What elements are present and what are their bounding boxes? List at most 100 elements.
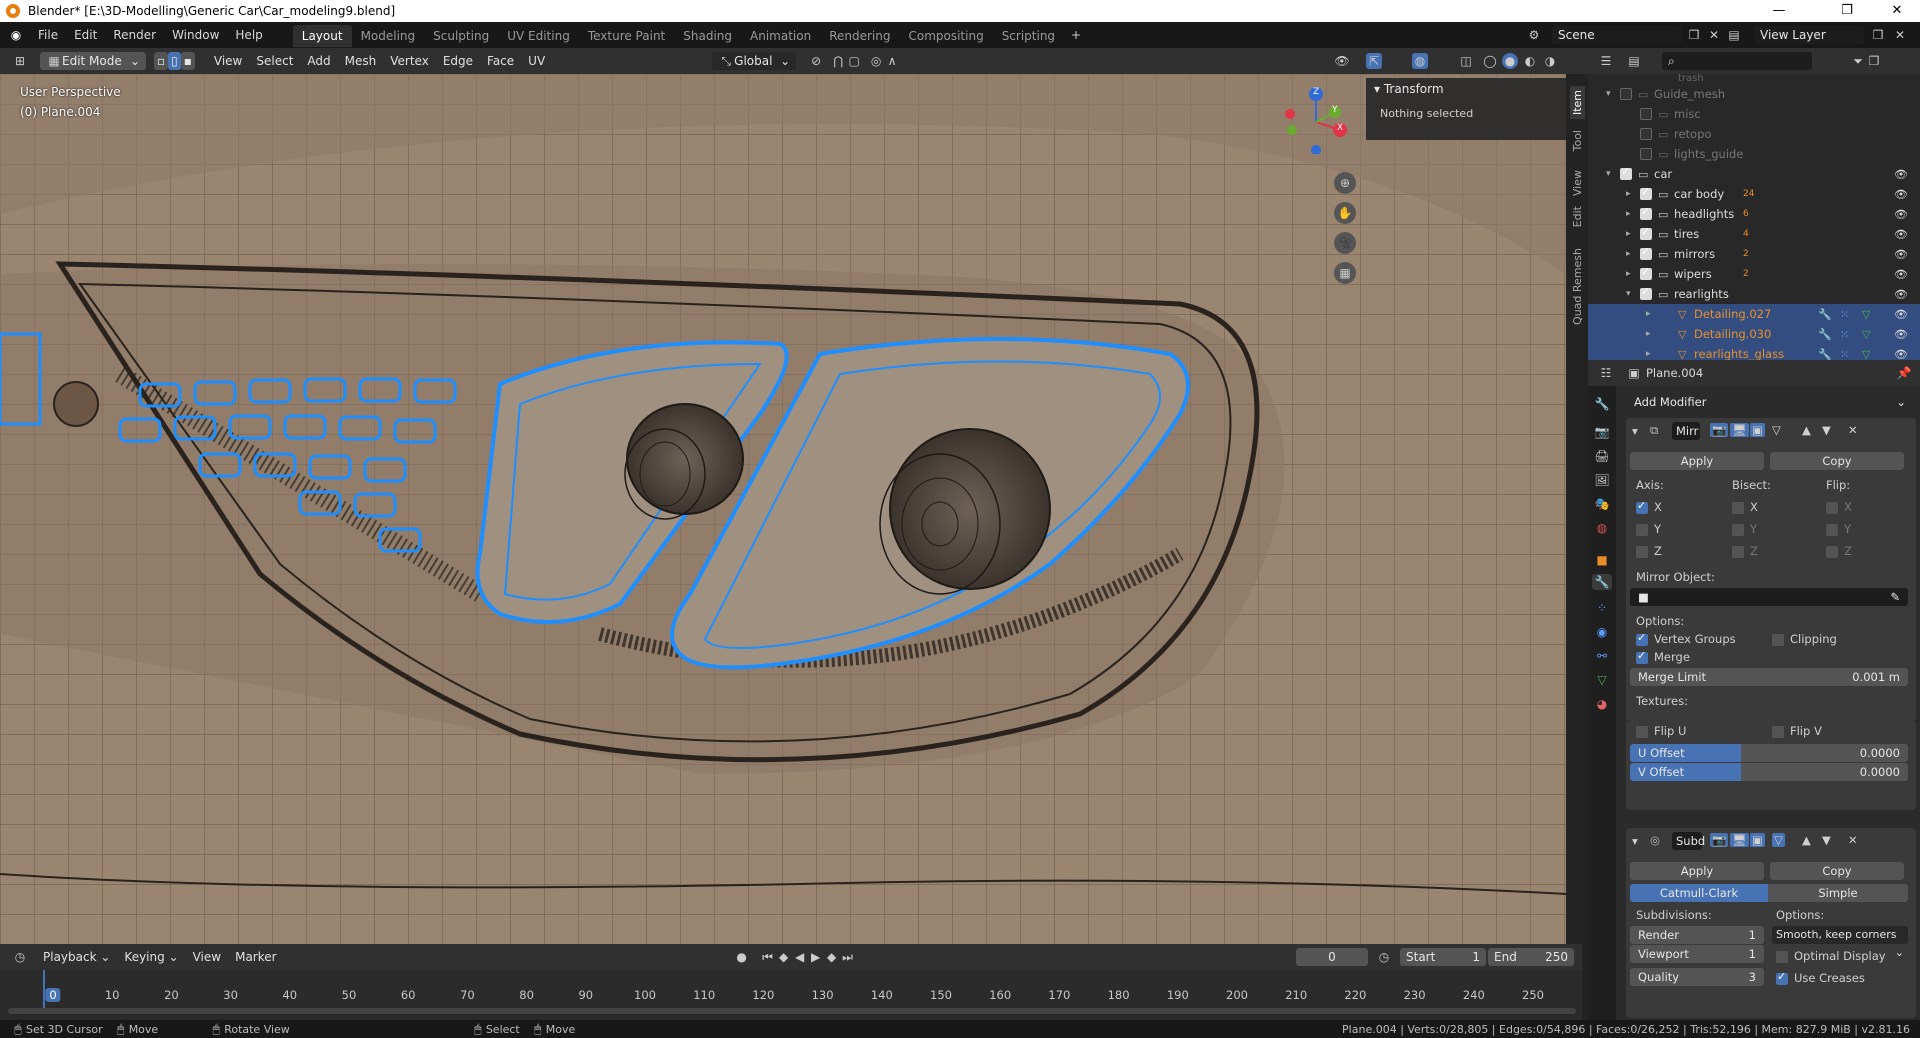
vertex-groups-icon[interactable]: ⁙ [1840, 308, 1849, 321]
new-scene-icon[interactable]: ❐ [1686, 27, 1702, 43]
tab-rendering[interactable]: Rendering [820, 25, 899, 47]
zoom-icon[interactable]: ⊕ [1334, 172, 1356, 194]
menu-render[interactable]: Render [105, 22, 164, 48]
mesh-data-icon[interactable]: ▽ [1862, 348, 1870, 361]
viewport-menu-face[interactable]: Face [480, 54, 521, 68]
tab-texture-paint[interactable]: Texture Paint [579, 25, 674, 47]
falloff-icon[interactable]: ∧ [884, 53, 900, 69]
subd-name-field[interactable]: Subd [1672, 832, 1705, 850]
mesh-data-tab-icon[interactable]: ▽ [1594, 672, 1610, 688]
view-layer-icon[interactable]: ▤ [1726, 27, 1742, 43]
viewport-menu-mesh[interactable]: Mesh [338, 54, 384, 68]
bisect-y-checkbox[interactable]: Y [1732, 522, 1757, 536]
viewport-menu-vertex[interactable]: Vertex [383, 54, 436, 68]
subd-move-down-icon[interactable]: ▼ [1822, 833, 1831, 847]
outliner-row[interactable]: ▸ ▭ wipers 2 👁 [1588, 264, 1920, 284]
tab-layout[interactable]: Layout [292, 25, 352, 47]
outliner-row[interactable]: ▭ lights_guide [1588, 144, 1920, 164]
proportional-edit-icon[interactable]: ◎ [868, 53, 884, 69]
merge-limit-field[interactable]: Merge Limit 0.001 m [1630, 668, 1908, 686]
collection-checkbox[interactable] [1620, 165, 1632, 180]
expand-arrow-icon[interactable]: ▸ [1646, 309, 1651, 319]
outliner-row[interactable]: ▸ ▽ Detailing.027 🔧 ⁙ ▽ 👁 [1588, 304, 1920, 324]
visibility-eye-icon[interactable]: 👁 [1894, 308, 1908, 321]
snap-icon[interactable]: ⋂ [830, 53, 846, 69]
collection-checkbox[interactable] [1640, 205, 1652, 220]
camera-icon[interactable]: 🎥 [1334, 232, 1356, 254]
expand-arrow-icon[interactable]: ▸ [1626, 249, 1631, 259]
scene-tab-icon[interactable]: 🎭 [1594, 496, 1610, 512]
flip-z-checkbox[interactable]: Z [1826, 544, 1852, 558]
render-display-icon[interactable]: ▣ [1750, 423, 1765, 437]
editor-type-icon[interactable]: ⊞ [12, 53, 28, 69]
collapse-subd-icon[interactable]: ▾ [1632, 834, 1638, 848]
expand-arrow-icon[interactable]: ▸ [1626, 269, 1631, 279]
use-creases-checkbox[interactable]: Use Creases [1776, 970, 1865, 985]
expand-arrow-icon[interactable]: ▾ [1626, 289, 1631, 299]
shading-wire-icon[interactable]: ◯ [1482, 53, 1498, 69]
outliner-row[interactable]: ▾ ▭ rearlights 👁 [1588, 284, 1920, 304]
filter-icon[interactable]: ⏷ [1850, 53, 1866, 69]
blender-menu-icon[interactable]: ◉ [8, 27, 24, 43]
snap-target-icon[interactable]: ▢ [846, 53, 862, 69]
n-tab-tool[interactable]: Tool [1570, 126, 1585, 155]
tab-uv-editing[interactable]: UV Editing [498, 25, 579, 47]
visibility-eye-icon[interactable]: 👁 [1894, 328, 1908, 341]
wrench-icon[interactable]: 🔧 [1818, 348, 1832, 361]
view-layer-tab-icon[interactable]: 🖼 [1594, 472, 1610, 488]
expand-arrow-icon[interactable]: ▸ [1626, 209, 1631, 219]
tab-compositing[interactable]: Compositing [899, 25, 992, 47]
render-levels-field[interactable]: Render 1 [1630, 926, 1764, 944]
minimize-icon[interactable]: — [1756, 0, 1802, 22]
expand-arrow-icon[interactable]: ▸ [1646, 349, 1651, 359]
visibility-eye-icon[interactable]: 👁 [1894, 288, 1908, 301]
visibility-eye-icon[interactable]: 👁 [1894, 188, 1908, 201]
output-tab-icon[interactable]: 🖨 [1594, 448, 1610, 464]
navigation-gizmo[interactable]: Z Y X [1278, 84, 1348, 155]
outliner-row[interactable]: ▸ ▽ Detailing.030 🔧 ⁙ ▽ 👁 [1588, 324, 1920, 344]
mode-selector[interactable]: ▦ Edit Mode ⌄ [40, 52, 146, 70]
mirror-object-field[interactable]: ■ ✎ [1630, 588, 1908, 606]
simple-button[interactable]: Simple [1768, 884, 1908, 902]
xray-icon[interactable]: ◫ [1458, 53, 1474, 69]
subd-move-up-icon[interactable]: ▲ [1802, 833, 1811, 847]
maximize-icon[interactable]: ❐ [1824, 0, 1870, 22]
3d-viewport[interactable]: User Perspective (0) Plane.004 Z Y X ⊕ ✋… [0, 74, 1566, 944]
select-mode-vertex[interactable]: ▫ [154, 52, 169, 70]
axis-x-checkbox[interactable]: X [1636, 499, 1662, 514]
outliner-row[interactable]: ▭ retopo [1588, 124, 1920, 144]
new-view-layer-icon[interactable]: ❐ [1870, 27, 1886, 43]
visibility-eye-icon[interactable]: 👁 [1894, 268, 1908, 281]
add-workspace-icon[interactable]: + [1068, 27, 1084, 43]
visibility-eye-icon[interactable]: 👁 [1894, 168, 1908, 181]
mirror-name-field[interactable]: Mirr [1672, 422, 1700, 440]
menu-file[interactable]: File [30, 22, 66, 48]
flip-x-checkbox[interactable]: X [1826, 500, 1852, 514]
remove-modifier-icon[interactable]: ✕ [1848, 423, 1858, 437]
n-tab-quad-remesh[interactable]: Quad Remesh [1570, 244, 1585, 329]
subd-viewport-icon[interactable]: 🖥 [1730, 833, 1749, 847]
outliner-row[interactable]: ▭ misc [1588, 104, 1920, 124]
modifier-tab-icon[interactable]: 🔧 [1592, 574, 1612, 590]
collection-checkbox[interactable] [1640, 128, 1652, 140]
mirror-copy-button[interactable]: Copy [1770, 452, 1904, 470]
expand-arrow-icon[interactable]: ▸ [1626, 189, 1631, 199]
wrench-icon[interactable]: 🔧 [1818, 328, 1832, 341]
viewport-menu-select[interactable]: Select [249, 54, 300, 68]
expand-arrow-icon[interactable]: ▾ [1606, 169, 1611, 179]
delete-scene-icon[interactable]: ✕ [1706, 27, 1722, 43]
mesh-data-icon[interactable]: ▽ [1862, 308, 1870, 321]
flip-u-checkbox[interactable]: Flip U [1636, 724, 1686, 738]
viewport-display-icon[interactable]: 🖥 [1730, 423, 1749, 437]
shading-rendered-icon[interactable]: ◑ [1542, 53, 1558, 69]
orientation-selector[interactable]: ⤡ Global ⌄ [712, 52, 797, 70]
tab-shading[interactable]: Shading [674, 25, 741, 47]
optimal-display-checkbox[interactable]: Optimal Display [1776, 949, 1886, 963]
outliner-row[interactable]: ▾ ▭ Guide_mesh [1588, 84, 1920, 104]
collection-checkbox[interactable] [1640, 185, 1652, 200]
particles-tab-icon[interactable]: ⁘ [1594, 600, 1610, 616]
subd-on-cage-icon[interactable]: ▽ [1772, 833, 1785, 847]
bisect-z-checkbox[interactable]: Z [1732, 544, 1758, 558]
clipping-checkbox[interactable]: Clipping [1772, 632, 1837, 646]
vertex-groups-checkbox[interactable]: Vertex Groups [1636, 631, 1736, 646]
